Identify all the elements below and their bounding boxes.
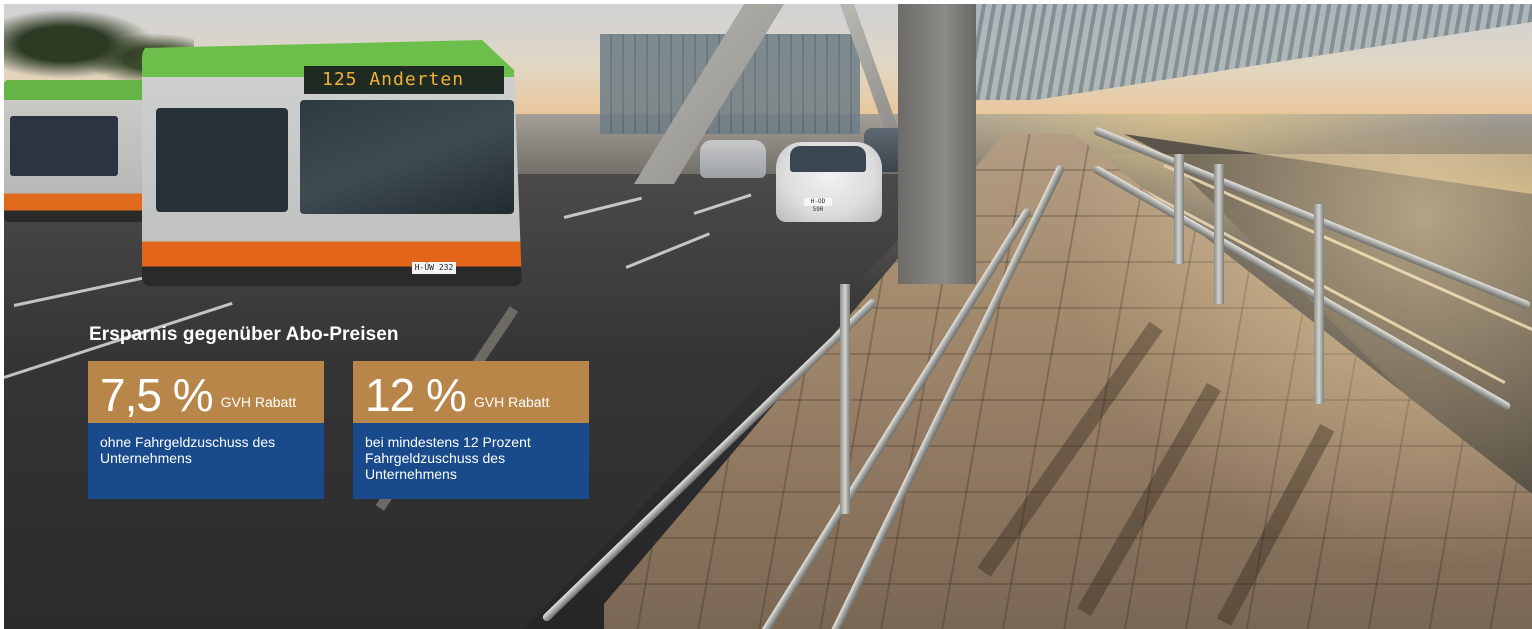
- railing-post: [1214, 164, 1224, 304]
- car-window: [790, 146, 866, 172]
- car: [700, 140, 766, 178]
- railing-post: [840, 284, 850, 514]
- hero-photo: H-OD 590 125 Anderten H-ÜW 232: [4, 4, 1532, 629]
- bus-windshield: [300, 100, 514, 214]
- discount-rate-box: 7,5 % GVH Rabatt: [88, 361, 324, 423]
- discount-description: ohne Fahrgeldzuschuss des Unternehmens: [88, 423, 324, 499]
- discount-label: GVH Rabatt: [473, 394, 550, 410]
- discount-rate: 7,5 %: [100, 369, 214, 421]
- discount-rate: 12 %: [365, 369, 467, 421]
- concrete-pillar: [898, 4, 976, 284]
- bus-window: [156, 108, 288, 212]
- savings-heading: Ersparnis gegenüber Abo-Preisen: [89, 324, 399, 345]
- discount-description: bei mindestens 12 Prozent Fahrgeldzuschu…: [353, 423, 589, 499]
- bus-window: [10, 116, 118, 176]
- discount-label: GVH Rabatt: [220, 394, 297, 410]
- railing-post: [1174, 154, 1184, 264]
- discount-rate-box: 12 % GVH Rabatt: [353, 361, 589, 423]
- license-plate: H-OD 590: [804, 198, 832, 213]
- discount-card-standard: 7,5 % GVH Rabatt ohne Fahrgeldzuschuss d…: [88, 361, 324, 499]
- discount-card-subsidized: 12 % GVH Rabatt bei mindestens 12 Prozen…: [353, 361, 589, 499]
- railing-post: [1314, 204, 1324, 404]
- bus-destination-sign: 125 Anderten: [304, 66, 504, 94]
- license-plate: H-ÜW 232: [412, 262, 456, 274]
